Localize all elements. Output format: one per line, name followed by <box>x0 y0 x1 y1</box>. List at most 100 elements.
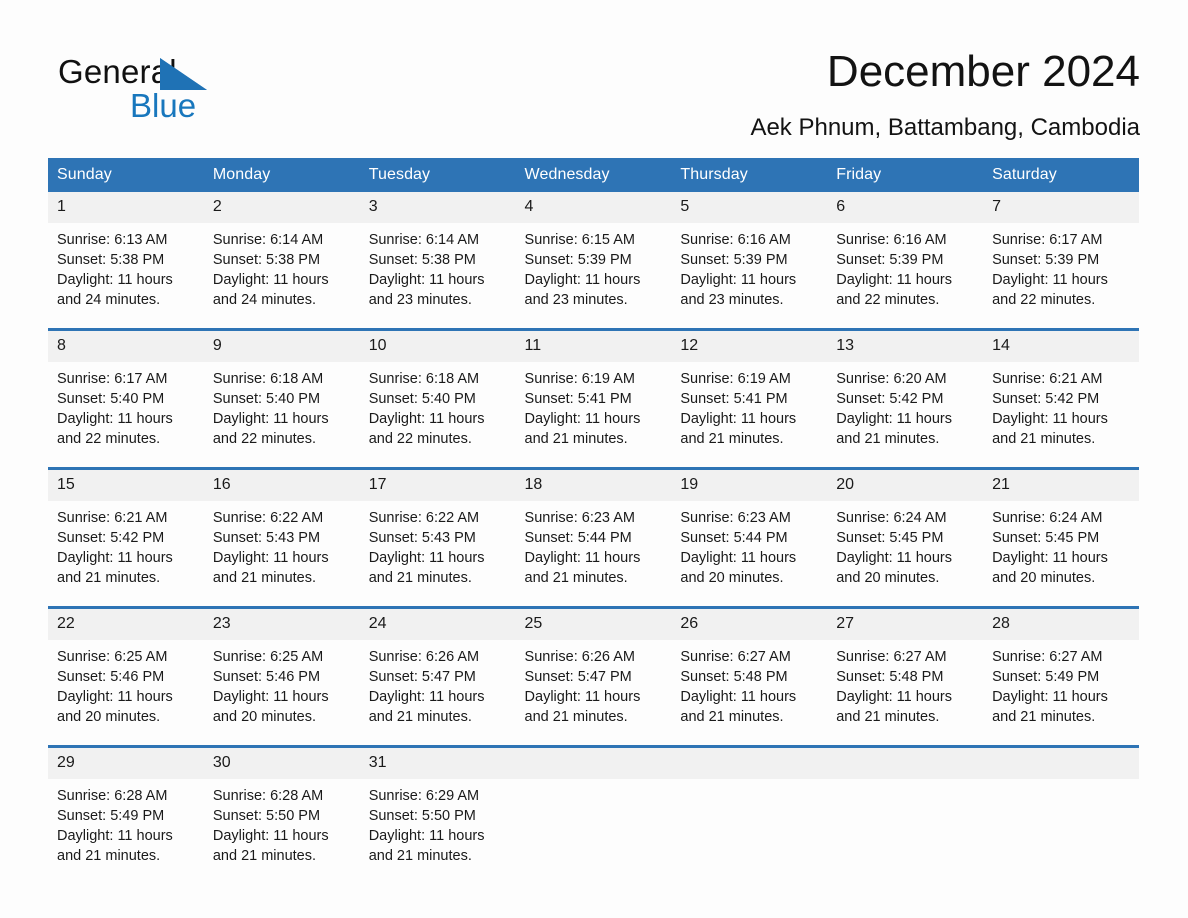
sunset-text: Sunset: 5:44 PM <box>680 530 788 546</box>
daylight-text: Daylight: 11 hours <box>368 828 485 844</box>
daylight-text-cont: and 21 minutes. <box>524 709 628 725</box>
sunrise-text: Sunrise: 6:22 AM <box>368 510 480 526</box>
weekday-header-saturday: Saturday <box>983 158 1139 192</box>
day-cell-empty <box>983 779 1139 880</box>
daylight-text: Daylight: 11 hours <box>368 272 485 288</box>
day-number: 9 <box>203 328 360 362</box>
daylight-text: Daylight: 11 hours <box>368 411 485 427</box>
daylight-text: Daylight: 11 hours <box>524 272 641 288</box>
day-cell-details: Sunrise: 6:25 AM Sunset: 5:46 PM Dayligh… <box>203 640 360 747</box>
day-cell-details: Sunrise: 6:21 AM Sunset: 5:42 PM Dayligh… <box>48 501 204 608</box>
general-blue-logo: General Blue <box>58 52 358 142</box>
sunrise-text: Sunrise: 6:23 AM <box>680 510 791 526</box>
daylight-text-cont: and 22 minutes. <box>368 431 472 447</box>
sunset-text: Sunset: 5:43 PM <box>212 530 321 546</box>
sunrise-text: Sunrise: 6:21 AM <box>57 510 168 526</box>
daylight-text-cont: and 23 minutes. <box>524 292 628 308</box>
sunrise-text: Sunrise: 6:18 AM <box>368 371 480 387</box>
day-number: 12 <box>671 328 828 362</box>
day-cell-details: Sunrise: 6:22 AM Sunset: 5:43 PM Dayligh… <box>203 501 360 608</box>
daylight-text-cont: and 24 minutes. <box>57 292 161 308</box>
sunrise-text: Sunrise: 6:28 AM <box>212 788 324 804</box>
day-cell-details: Sunrise: 6:16 AM Sunset: 5:39 PM Dayligh… <box>827 223 984 330</box>
day-cell-details: Sunrise: 6:26 AM Sunset: 5:47 PM Dayligh… <box>359 640 516 747</box>
day-cell-details: Sunrise: 6:23 AM Sunset: 5:44 PM Dayligh… <box>671 501 828 608</box>
sunrise-text: Sunrise: 6:26 AM <box>524 649 635 665</box>
day-cell-details: Sunrise: 6:17 AM Sunset: 5:39 PM Dayligh… <box>983 223 1139 330</box>
day-number: 28 <box>983 606 1139 640</box>
daylight-text-cont: and 21 minutes. <box>57 848 161 864</box>
daylight-text: Daylight: 11 hours <box>680 550 797 566</box>
day-cell-details: Sunrise: 6:24 AM Sunset: 5:45 PM Dayligh… <box>983 501 1139 608</box>
day-number-empty <box>827 745 984 779</box>
day-number: 31 <box>359 745 516 779</box>
week-3-details: Sunrise: 6:21 AM Sunset: 5:42 PM Dayligh… <box>48 501 1139 608</box>
week-5-daynumbers: 29 30 31 <box>48 745 1139 779</box>
day-number: 14 <box>983 328 1139 362</box>
daylight-text: Daylight: 11 hours <box>524 550 641 566</box>
day-cell-details: Sunrise: 6:24 AM Sunset: 5:45 PM Dayligh… <box>827 501 984 608</box>
weekday-header-monday: Monday <box>203 158 360 192</box>
sunset-text: Sunset: 5:42 PM <box>836 391 944 407</box>
daylight-text-cont: and 21 minutes. <box>836 709 940 725</box>
day-number: 3 <box>359 192 516 223</box>
sunrise-text: Sunrise: 6:29 AM <box>368 788 480 804</box>
weekday-header-tuesday: Tuesday <box>359 158 516 192</box>
sunset-text: Sunset: 5:39 PM <box>680 252 788 268</box>
sunrise-text: Sunrise: 6:14 AM <box>212 232 324 248</box>
sunset-text: Sunset: 5:42 PM <box>992 391 1100 407</box>
day-number: 21 <box>983 467 1139 501</box>
day-cell-details: Sunrise: 6:13 AM Sunset: 5:38 PM Dayligh… <box>48 223 204 330</box>
day-number: 19 <box>671 467 828 501</box>
sunset-text: Sunset: 5:40 PM <box>212 391 321 407</box>
sunrise-text: Sunrise: 6:27 AM <box>680 649 791 665</box>
sunset-text: Sunset: 5:43 PM <box>368 530 476 546</box>
daylight-text: Daylight: 11 hours <box>680 689 797 705</box>
sunrise-text: Sunrise: 6:14 AM <box>368 232 480 248</box>
day-number: 1 <box>48 192 204 223</box>
day-cell-details: Sunrise: 6:28 AM Sunset: 5:50 PM Dayligh… <box>203 779 360 880</box>
daylight-text-cont: and 21 minutes. <box>212 848 317 864</box>
daylight-text-cont: and 21 minutes. <box>212 570 317 586</box>
weekday-header-sunday: Sunday <box>48 158 204 192</box>
location-subtitle: Aek Phnum, Battambang, Cambodia <box>750 114 1140 141</box>
sunrise-text: Sunrise: 6:16 AM <box>680 232 791 248</box>
week-2-daynumbers: 8 9 10 11 12 13 14 <box>48 328 1139 362</box>
sunrise-text: Sunrise: 6:27 AM <box>836 649 947 665</box>
sunrise-text: Sunrise: 6:21 AM <box>992 371 1103 387</box>
sunrise-text: Sunrise: 6:13 AM <box>57 232 168 248</box>
sunset-text: Sunset: 5:40 PM <box>57 391 165 407</box>
week-4-details: Sunrise: 6:25 AM Sunset: 5:46 PM Dayligh… <box>48 640 1139 747</box>
day-number-empty <box>983 745 1139 779</box>
sunset-text: Sunset: 5:42 PM <box>57 530 165 546</box>
sunrise-text: Sunrise: 6:28 AM <box>57 788 168 804</box>
sunset-text: Sunset: 5:39 PM <box>992 252 1100 268</box>
sunrise-text: Sunrise: 6:23 AM <box>524 510 635 526</box>
sunset-text: Sunset: 5:40 PM <box>368 391 476 407</box>
day-number: 29 <box>48 745 204 779</box>
day-cell-details: Sunrise: 6:18 AM Sunset: 5:40 PM Dayligh… <box>203 362 360 469</box>
day-cell-details: Sunrise: 6:27 AM Sunset: 5:48 PM Dayligh… <box>827 640 984 747</box>
weekday-header-thursday: Thursday <box>671 158 828 192</box>
day-number: 18 <box>515 467 672 501</box>
sunrise-text: Sunrise: 6:22 AM <box>212 510 324 526</box>
day-number: 20 <box>827 467 984 501</box>
daylight-text: Daylight: 11 hours <box>992 272 1108 288</box>
sunset-text: Sunset: 5:48 PM <box>680 669 788 685</box>
sunrise-text: Sunrise: 6:15 AM <box>524 232 635 248</box>
sunset-text: Sunset: 5:50 PM <box>212 808 321 824</box>
daylight-text-cont: and 23 minutes. <box>680 292 784 308</box>
week-5-details: Sunrise: 6:28 AM Sunset: 5:49 PM Dayligh… <box>48 779 1139 880</box>
sunset-text: Sunset: 5:50 PM <box>368 808 476 824</box>
sunset-text: Sunset: 5:47 PM <box>368 669 476 685</box>
sunrise-text: Sunrise: 6:16 AM <box>836 232 947 248</box>
sunset-text: Sunset: 5:49 PM <box>992 669 1100 685</box>
day-cell-details: Sunrise: 6:22 AM Sunset: 5:43 PM Dayligh… <box>359 501 516 608</box>
day-number: 5 <box>671 192 828 223</box>
sunrise-text: Sunrise: 6:20 AM <box>836 371 947 387</box>
daylight-text: Daylight: 11 hours <box>524 411 641 427</box>
day-number: 22 <box>48 606 204 640</box>
day-number: 2 <box>203 192 360 223</box>
sunset-text: Sunset: 5:44 PM <box>524 530 632 546</box>
week-1-details: Sunrise: 6:13 AM Sunset: 5:38 PM Dayligh… <box>48 223 1139 330</box>
